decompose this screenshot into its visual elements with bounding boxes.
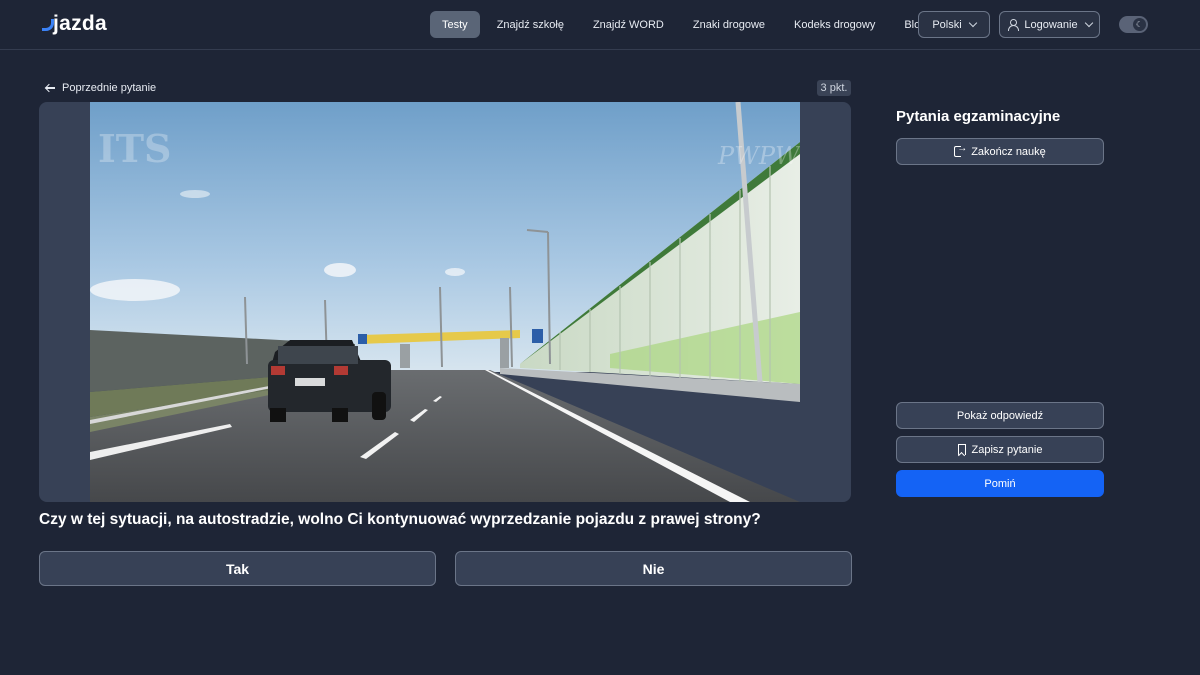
show-answer-label: Pokaż odpowiedź <box>956 409 1044 422</box>
question-text: Czy w tej sytuacji, na autostradzie, wol… <box>39 511 761 528</box>
sidebar-title: Pytania egzaminacyjne <box>896 108 1061 125</box>
top-navigation-bar: jazda Testy Znajdź szkołę Znajdź WORD Zn… <box>0 0 1200 50</box>
login-menu[interactable]: Logowanie <box>999 11 1100 38</box>
logo-mark-icon <box>42 15 54 33</box>
end-learning-button[interactable]: Zakończ naukę <box>896 138 1104 165</box>
skip-label: Pomiń <box>984 477 1016 490</box>
chevron-down-icon <box>1084 18 1093 28</box>
skip-button[interactable]: Pomiń <box>896 470 1104 497</box>
nav-item-testy[interactable]: Testy <box>430 11 480 38</box>
login-label: Logowanie <box>1024 18 1078 31</box>
highway-scene-image: ITS PWPW <box>90 102 800 502</box>
previous-question-label: Poprzednie pytanie <box>62 82 157 94</box>
arrow-left-icon <box>45 83 55 93</box>
language-select[interactable]: Polski <box>918 11 990 38</box>
exit-icon <box>954 143 967 157</box>
answer-tak-button[interactable]: Tak <box>39 551 436 586</box>
nav-item-znajdz-word[interactable]: Znajdź WORD <box>581 11 676 38</box>
main-nav: Testy Znajdź szkołę Znajdź WORD Znaki dr… <box>430 11 943 38</box>
user-icon <box>1007 19 1020 31</box>
nav-item-kodeks-drogowy[interactable]: Kodeks drogowy <box>782 11 887 38</box>
nav-item-znajdz-szkole[interactable]: Znajdź szkołę <box>485 11 576 38</box>
language-label: Polski <box>932 18 962 31</box>
jazda-logo[interactable]: jazda <box>42 12 107 36</box>
theme-toggle[interactable]: ☾ <box>1119 16 1148 33</box>
watermark-its: ITS <box>98 126 172 171</box>
save-question-label: Zapisz pytanie <box>971 443 1043 456</box>
end-learning-label: Zakończ naukę <box>971 145 1046 158</box>
previous-question-link[interactable]: Poprzednie pytanie <box>45 80 156 96</box>
moon-icon: ☾ <box>1133 18 1146 31</box>
nav-item-znaki-drogowe[interactable]: Znaki drogowe <box>681 11 777 38</box>
bookmark-icon <box>957 444 966 455</box>
logo-text: jazda <box>53 12 108 35</box>
save-question-button[interactable]: Zapisz pytanie <box>896 436 1104 463</box>
show-answer-button[interactable]: Pokaż odpowiedź <box>896 402 1104 429</box>
points-badge: 3 pkt. <box>817 80 851 96</box>
watermark-pwpw: PWPW <box>717 142 800 170</box>
question-media: ITS PWPW <box>39 102 851 502</box>
chevron-down-icon <box>968 18 977 28</box>
answer-nie-button[interactable]: Nie <box>455 551 852 586</box>
